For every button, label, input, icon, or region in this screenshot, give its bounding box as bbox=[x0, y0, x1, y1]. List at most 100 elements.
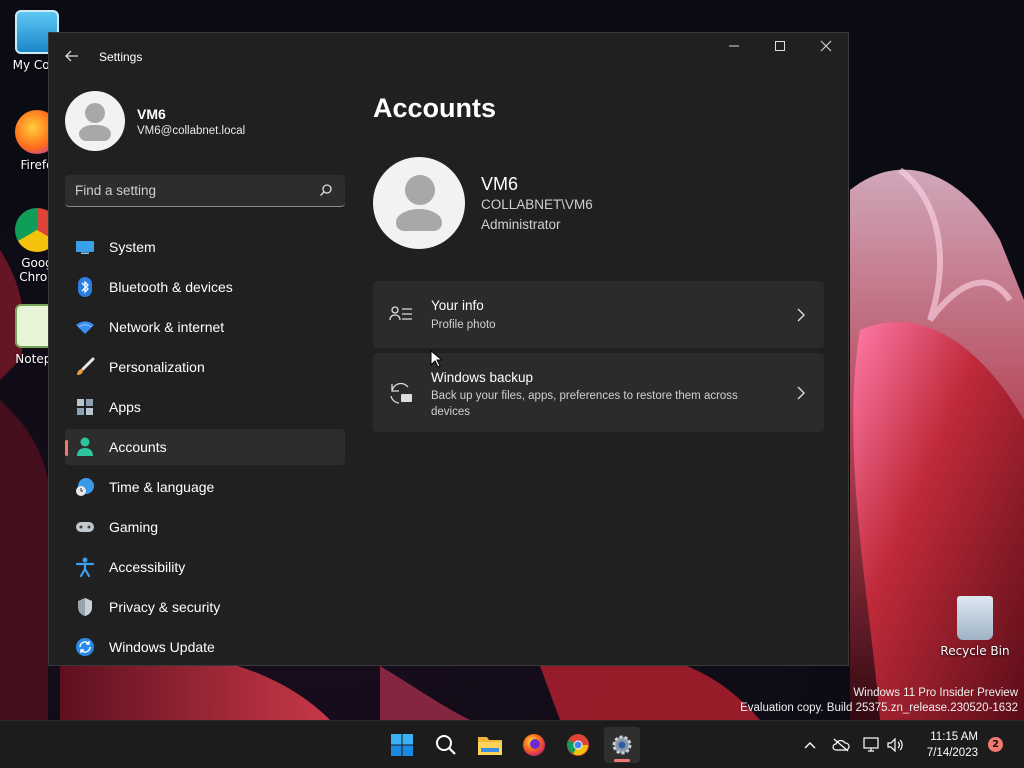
sidebar-item-bluetooth[interactable]: Bluetooth & devices bbox=[65, 269, 345, 305]
sidebar-item-label: Privacy & security bbox=[109, 599, 221, 615]
sidebar-item-network[interactable]: Network & internet bbox=[65, 309, 345, 345]
sidebar-item-label: Accessibility bbox=[109, 559, 186, 575]
tray-volume[interactable] bbox=[886, 735, 906, 755]
sidebar-item-accessibility[interactable]: Accessibility bbox=[65, 549, 345, 585]
profile-name: VM6 bbox=[137, 106, 166, 122]
sidebar-item-label: Network & internet bbox=[109, 319, 225, 335]
windows-watermark: Windows 11 Pro Insider Preview Evaluatio… bbox=[740, 686, 1018, 716]
close-button[interactable] bbox=[803, 33, 848, 65]
arrow-left-icon bbox=[65, 50, 78, 62]
sidebar-item-label: Windows Update bbox=[109, 639, 215, 655]
taskbar-settings[interactable] bbox=[604, 727, 640, 763]
sidebar-item-label: Accounts bbox=[109, 439, 167, 455]
gamepad-icon bbox=[75, 517, 95, 537]
watermark-line: Evaluation copy. Build 25375.zn_release.… bbox=[740, 702, 1018, 714]
windows-start-icon bbox=[391, 734, 413, 756]
profile-avatar[interactable] bbox=[65, 91, 125, 151]
bluetooth-icon bbox=[75, 277, 95, 297]
sidebar-item-label: Bluetooth & devices bbox=[109, 279, 233, 295]
taskbar-chrome[interactable] bbox=[560, 727, 596, 763]
your-info-card[interactable]: Your info Profile photo bbox=[373, 281, 824, 348]
chevron-right-icon bbox=[797, 308, 805, 322]
account-domain: COLLABNET\VM6 bbox=[481, 197, 593, 212]
maximize-icon bbox=[775, 41, 785, 51]
page-title: Accounts bbox=[373, 93, 497, 123]
profile-email: VM6@collabnet.local bbox=[137, 125, 246, 137]
card-title: Your info bbox=[431, 298, 484, 313]
cloud-offline-icon bbox=[832, 738, 850, 752]
sidebar-item-accounts[interactable]: Accounts bbox=[65, 429, 345, 465]
recycle-bin-icon bbox=[957, 596, 993, 640]
sidebar-item-system[interactable]: System bbox=[65, 229, 345, 265]
desktop-icon-recycle-bin[interactable]: Recycle Bin bbox=[938, 596, 1012, 658]
minimize-button[interactable] bbox=[711, 33, 757, 65]
title-bar[interactable]: Settings bbox=[49, 33, 848, 81]
tray-network[interactable] bbox=[831, 735, 851, 755]
sidebar-item-label: Time & language bbox=[109, 479, 215, 495]
update-icon bbox=[75, 637, 95, 657]
avatar-body bbox=[79, 125, 111, 141]
search-icon bbox=[436, 735, 456, 755]
taskbar: 11:15 AM 7/14/2023 2 bbox=[0, 720, 1024, 768]
sidebar-item-apps[interactable]: Apps bbox=[65, 389, 345, 425]
sidebar-item-windows-update[interactable]: Windows Update bbox=[65, 629, 345, 665]
sidebar-item-gaming[interactable]: Gaming bbox=[65, 509, 345, 545]
taskbar-search-button[interactable] bbox=[428, 727, 464, 763]
clock-time: 11:15 AM bbox=[930, 731, 978, 743]
start-button[interactable] bbox=[384, 727, 420, 763]
settings-icon bbox=[612, 735, 632, 755]
card-subtitle: Back up your files, apps, preferences to… bbox=[431, 390, 738, 418]
apps-icon bbox=[75, 397, 95, 417]
avatar-head bbox=[405, 175, 435, 205]
account-role: Administrator bbox=[481, 217, 561, 232]
avatar-head bbox=[85, 103, 105, 123]
chevron-right-icon bbox=[797, 386, 805, 400]
account-avatar bbox=[373, 157, 465, 249]
sidebar-item-label: Apps bbox=[109, 399, 141, 415]
accessibility-icon bbox=[75, 557, 95, 577]
sidebar-item-personalization[interactable]: Personalization bbox=[65, 349, 345, 385]
close-icon bbox=[820, 40, 832, 52]
search-icon[interactable] bbox=[319, 183, 333, 197]
user-info-icon bbox=[389, 306, 412, 321]
chevron-up-icon bbox=[804, 742, 816, 749]
brush-icon bbox=[75, 357, 95, 377]
card-subtitle: Profile photo bbox=[431, 319, 496, 331]
sidebar-nav: System Bluetooth & devices Network & int… bbox=[65, 229, 345, 665]
sidebar-item-label: System bbox=[109, 239, 156, 255]
sidebar-item-time-language[interactable]: Time & language bbox=[65, 469, 345, 505]
file-explorer-icon bbox=[478, 737, 502, 755]
sidebar-item-privacy-security[interactable]: Privacy & security bbox=[65, 589, 345, 625]
clock-date: 7/14/2023 bbox=[926, 747, 978, 759]
search-box[interactable] bbox=[65, 175, 345, 207]
network-monitor-icon bbox=[863, 737, 879, 752]
chrome-icon bbox=[567, 734, 589, 756]
maximize-button[interactable] bbox=[757, 33, 803, 65]
search-input[interactable] bbox=[75, 175, 305, 206]
backup-icon bbox=[390, 382, 412, 404]
tray-overflow-button[interactable] bbox=[800, 735, 820, 755]
sidebar-item-label: Personalization bbox=[109, 359, 205, 375]
watermark-line: Windows 11 Pro Insider Preview bbox=[853, 687, 1018, 699]
system-icon bbox=[75, 237, 95, 257]
settings-window: Settings VM6 VM6@collabnet.local System bbox=[48, 32, 849, 666]
sidebar-item-label: Gaming bbox=[109, 519, 159, 535]
accounts-icon bbox=[75, 437, 95, 457]
desktop-icon-label: Recycle Bin bbox=[940, 644, 1010, 658]
firefox-icon bbox=[523, 734, 545, 756]
taskbar-clock[interactable]: 11:15 AM 7/14/2023 bbox=[914, 729, 978, 761]
back-button[interactable] bbox=[61, 47, 83, 69]
account-name: VM6 bbox=[481, 174, 519, 194]
minimize-icon bbox=[729, 45, 739, 47]
window-title: Settings bbox=[99, 50, 143, 64]
shield-icon bbox=[75, 597, 95, 617]
volume-icon bbox=[887, 738, 903, 752]
card-title: Windows backup bbox=[431, 370, 534, 385]
avatar-body bbox=[396, 209, 442, 231]
notification-badge[interactable]: 2 bbox=[988, 737, 1003, 752]
tray-ethernet[interactable] bbox=[862, 735, 882, 755]
active-app-indicator bbox=[614, 759, 630, 762]
taskbar-firefox[interactable] bbox=[516, 727, 552, 763]
wifi-icon bbox=[75, 317, 95, 337]
taskbar-file-explorer[interactable] bbox=[472, 727, 508, 763]
